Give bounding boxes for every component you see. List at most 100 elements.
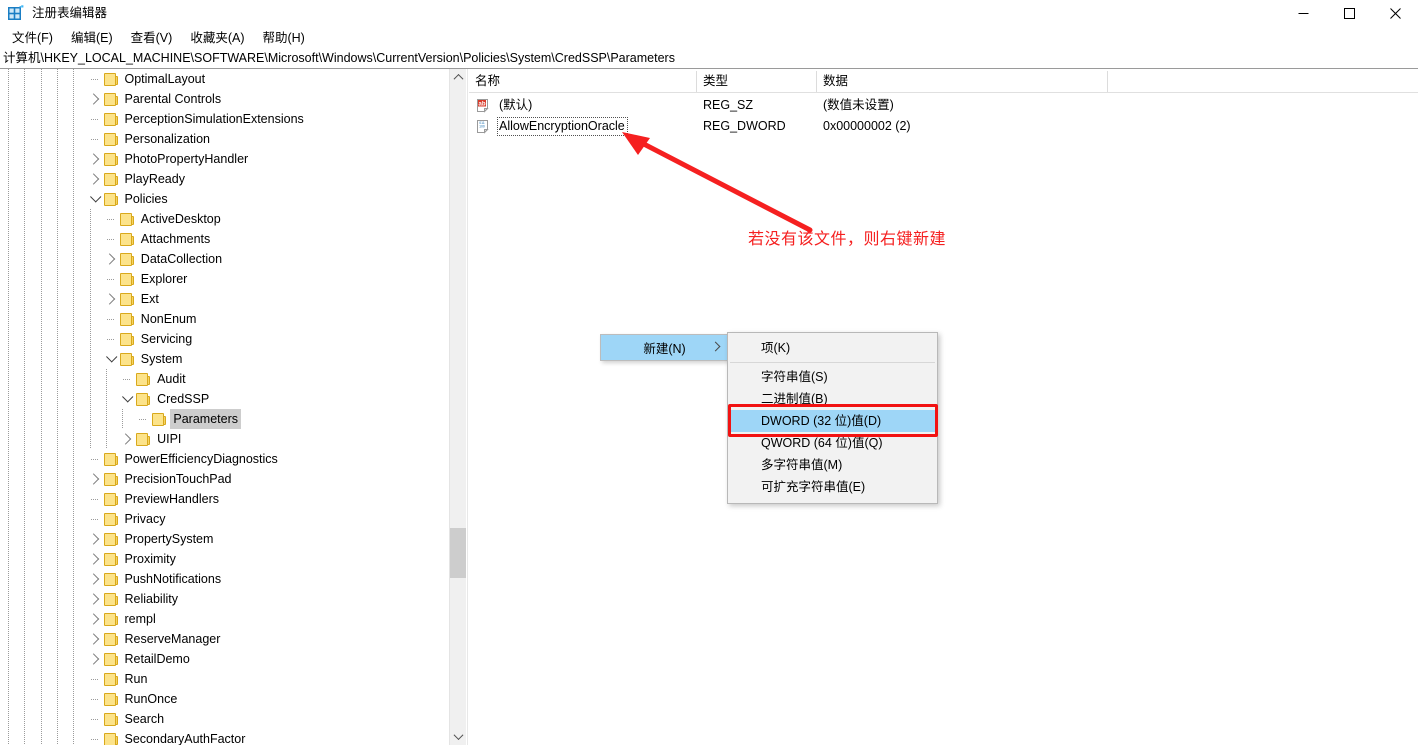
tree-item-uipi[interactable]: UIPI <box>0 429 447 449</box>
expander-expand-icon[interactable] <box>87 149 103 169</box>
scrollbar-thumb[interactable] <box>450 528 466 578</box>
menu-file[interactable]: 文件(F) <box>3 28 62 48</box>
tree-guide-line <box>24 649 26 669</box>
tree-item-parameters[interactable]: Parameters <box>0 409 447 429</box>
tree-item-powerefficiencydiagnostics[interactable]: PowerEfficiencyDiagnostics <box>0 449 447 469</box>
expander-expand-icon[interactable] <box>87 609 103 629</box>
tree-item-pushnotifications[interactable]: PushNotifications <box>0 569 447 589</box>
tree-item-previewhandlers[interactable]: PreviewHandlers <box>0 489 447 509</box>
tree-guide-line <box>24 629 26 649</box>
tree-item-nonenum[interactable]: NonEnum <box>0 309 447 329</box>
context-submenu-item[interactable]: 多字符串值(M) <box>728 454 937 476</box>
address-bar[interactable]: 计算机\HKEY_LOCAL_MACHINE\SOFTWARE\Microsof… <box>0 48 1418 69</box>
tree-guide-line <box>40 729 42 745</box>
menu-edit[interactable]: 编辑(E) <box>62 28 122 48</box>
tree-item-search[interactable]: Search <box>0 709 447 729</box>
tree-item-personalization[interactable]: Personalization <box>0 129 447 149</box>
maximize-button[interactable] <box>1326 0 1372 27</box>
expander-expand-icon[interactable] <box>87 549 103 569</box>
context-submenu-new[interactable]: 项(K) 字符串值(S) 二进制值(B) DWORD (32 位)值(D) QWORD … <box>727 332 938 504</box>
tree-item-label: PrecisionTouchPad <box>124 472 232 486</box>
tree-guide-line <box>56 589 58 609</box>
close-button[interactable] <box>1372 0 1418 27</box>
expander-expand-icon[interactable] <box>87 589 103 609</box>
tree-item-credssp[interactable]: CredSSP <box>0 389 447 409</box>
column-header-name[interactable]: 名称 <box>469 71 697 92</box>
context-submenu-item[interactable]: DWORD (32 位)值(D) <box>728 410 937 432</box>
context-submenu-item[interactable]: 项(K) <box>728 337 937 359</box>
tree-item-system[interactable]: System <box>0 349 447 369</box>
expander-collapse-icon[interactable] <box>103 349 119 369</box>
tree-item-photopropertyhandler[interactable]: PhotoPropertyHandler <box>0 149 447 169</box>
tree-item-content: RetailDemo <box>103 649 193 669</box>
tree-item-playready[interactable]: PlayReady <box>0 169 447 189</box>
tree-guide-line <box>56 549 58 569</box>
tree-vertical-scrollbar[interactable] <box>449 69 466 745</box>
tree-item-retaildemo[interactable]: RetailDemo <box>0 649 447 669</box>
tree-item-run[interactable]: Run <box>0 669 447 689</box>
context-submenu-item[interactable]: 二进制值(B) <box>728 388 937 410</box>
tree-item-policies[interactable]: Policies <box>0 189 447 209</box>
expander-expand-icon[interactable] <box>87 649 103 669</box>
tree-item-precisiontouchpad[interactable]: PrecisionTouchPad <box>0 469 447 489</box>
tree-item-activedesktop[interactable]: ActiveDesktop <box>0 209 447 229</box>
context-submenu-item[interactable]: QWORD (64 位)值(Q) <box>728 432 937 454</box>
expander-expand-icon[interactable] <box>103 289 119 309</box>
expander-expand-icon[interactable] <box>87 569 103 589</box>
tree-item-label: CredSSP <box>157 392 210 406</box>
table-row[interactable]: ab (默认) REG_SZ (数值未设置) <box>469 95 1418 116</box>
expander-expand-icon[interactable] <box>87 529 103 549</box>
tree-item-datacollection[interactable]: DataCollection <box>0 249 447 269</box>
tree-item-proximity[interactable]: Proximity <box>0 549 447 569</box>
expander-expand-icon[interactable] <box>103 249 119 269</box>
folder-icon <box>103 552 118 566</box>
tree-guide-line <box>73 549 75 569</box>
tree-item-optimallayout[interactable]: OptimalLayout <box>0 69 447 89</box>
tree-guide-line <box>73 509 75 529</box>
registry-tree-pane[interactable]: OptimalLayout Parental Controls Perception… <box>0 69 468 745</box>
tree-item-explorer[interactable]: Explorer <box>0 269 447 289</box>
expander-collapse-icon[interactable] <box>119 389 135 409</box>
tree-item-parental-controls[interactable]: Parental Controls <box>0 89 447 109</box>
tree-item-reservemanager[interactable]: ReserveManager <box>0 629 447 649</box>
menu-view[interactable]: 查看(V) <box>122 28 182 48</box>
tree-item-rempl[interactable]: rempl <box>0 609 447 629</box>
expander-expand-icon[interactable] <box>119 429 135 449</box>
column-header-filler <box>1108 71 1418 92</box>
tree-item-propertysystem[interactable]: PropertySystem <box>0 529 447 549</box>
tree-item-reliability[interactable]: Reliability <box>0 589 447 609</box>
minimize-button[interactable] <box>1280 0 1326 27</box>
tree-item-secondaryauthfactor[interactable]: SecondaryAuthFactor <box>0 729 447 745</box>
tree-item-ext[interactable]: Ext <box>0 289 447 309</box>
context-menu-item-new[interactable]: 新建(N) <box>600 334 729 361</box>
registry-values-pane[interactable]: 名称 类型 数据 ab (默认) REG_SZ (数值未设置) 011 100 … <box>469 69 1418 745</box>
expander-expand-icon[interactable] <box>87 169 103 189</box>
tree-item-content: Run <box>103 669 151 689</box>
menu-help[interactable]: 帮助(H) <box>253 28 313 48</box>
tree-item-privacy[interactable]: Privacy <box>0 509 447 529</box>
expander-expand-icon[interactable] <box>87 629 103 649</box>
context-submenu-item[interactable]: 字符串值(S) <box>728 366 937 388</box>
tree-guide-line <box>8 449 9 469</box>
tree-item-servicing[interactable]: Servicing <box>0 329 447 349</box>
tree-guide-line <box>56 529 58 549</box>
menu-favorites[interactable]: 收藏夹(A) <box>181 28 253 48</box>
column-header-type[interactable]: 类型 <box>697 71 817 92</box>
scroll-up-button[interactable] <box>450 69 466 86</box>
expander-expand-icon[interactable] <box>87 89 103 109</box>
tree-item-attachments[interactable]: Attachments <box>0 229 447 249</box>
tree-item-runonce[interactable]: RunOnce <box>0 689 447 709</box>
tree-item-audit[interactable]: Audit <box>0 369 447 389</box>
tree-item-content: Ext <box>119 289 162 309</box>
expander-expand-icon[interactable] <box>87 469 103 489</box>
tree-guide-line <box>73 109 75 129</box>
table-row[interactable]: 011 100 AllowEncryptionOracle REG_DWORD … <box>469 116 1418 137</box>
tree-item-perceptionsimulationextensions[interactable]: PerceptionSimulationExtensions <box>0 109 447 129</box>
context-submenu-item[interactable]: 可扩充字符串值(E) <box>728 476 937 498</box>
column-header-data[interactable]: 数据 <box>817 71 1108 92</box>
expander-collapse-icon[interactable] <box>87 189 103 209</box>
chevron-right-icon <box>87 473 99 485</box>
tree-guide-line <box>40 709 42 729</box>
scroll-down-button[interactable] <box>450 728 466 745</box>
tree-item-label: PropertySystem <box>124 532 214 546</box>
